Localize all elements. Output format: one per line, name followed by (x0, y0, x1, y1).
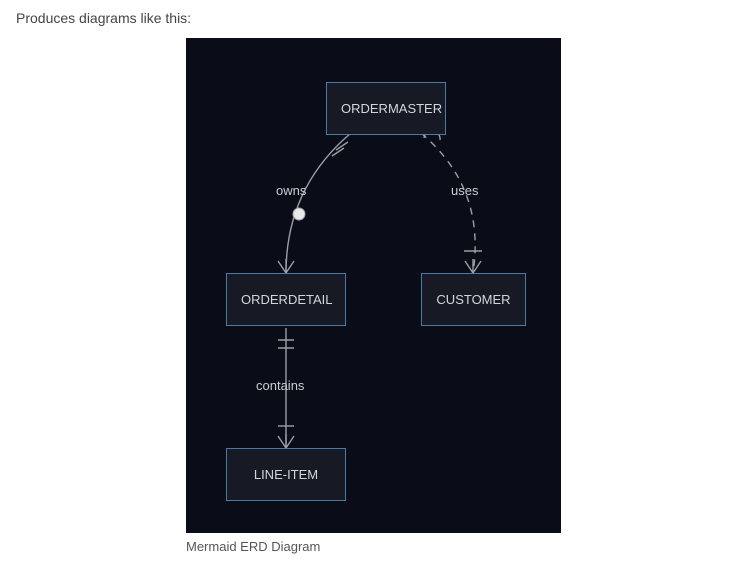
relationship-label-contains: contains (256, 378, 304, 393)
entity-ordermaster: ORDERMASTER (326, 82, 446, 135)
figure-caption: Mermaid ERD Diagram (186, 539, 561, 554)
entity-customer: CUSTOMER (421, 273, 526, 326)
relationship-label-uses: uses (451, 183, 478, 198)
entity-lineitem: LINE-ITEM (226, 448, 346, 501)
relationship-label-owns: owns (276, 183, 306, 198)
diagram-container: ORDERMASTER ORDERDETAIL CUSTOMER LINE-IT… (186, 38, 561, 554)
erd-diagram: ORDERMASTER ORDERDETAIL CUSTOMER LINE-IT… (186, 38, 561, 533)
entity-orderdetail: ORDERDETAIL (226, 273, 346, 326)
intro-text: Produces diagrams like this: (16, 10, 723, 26)
